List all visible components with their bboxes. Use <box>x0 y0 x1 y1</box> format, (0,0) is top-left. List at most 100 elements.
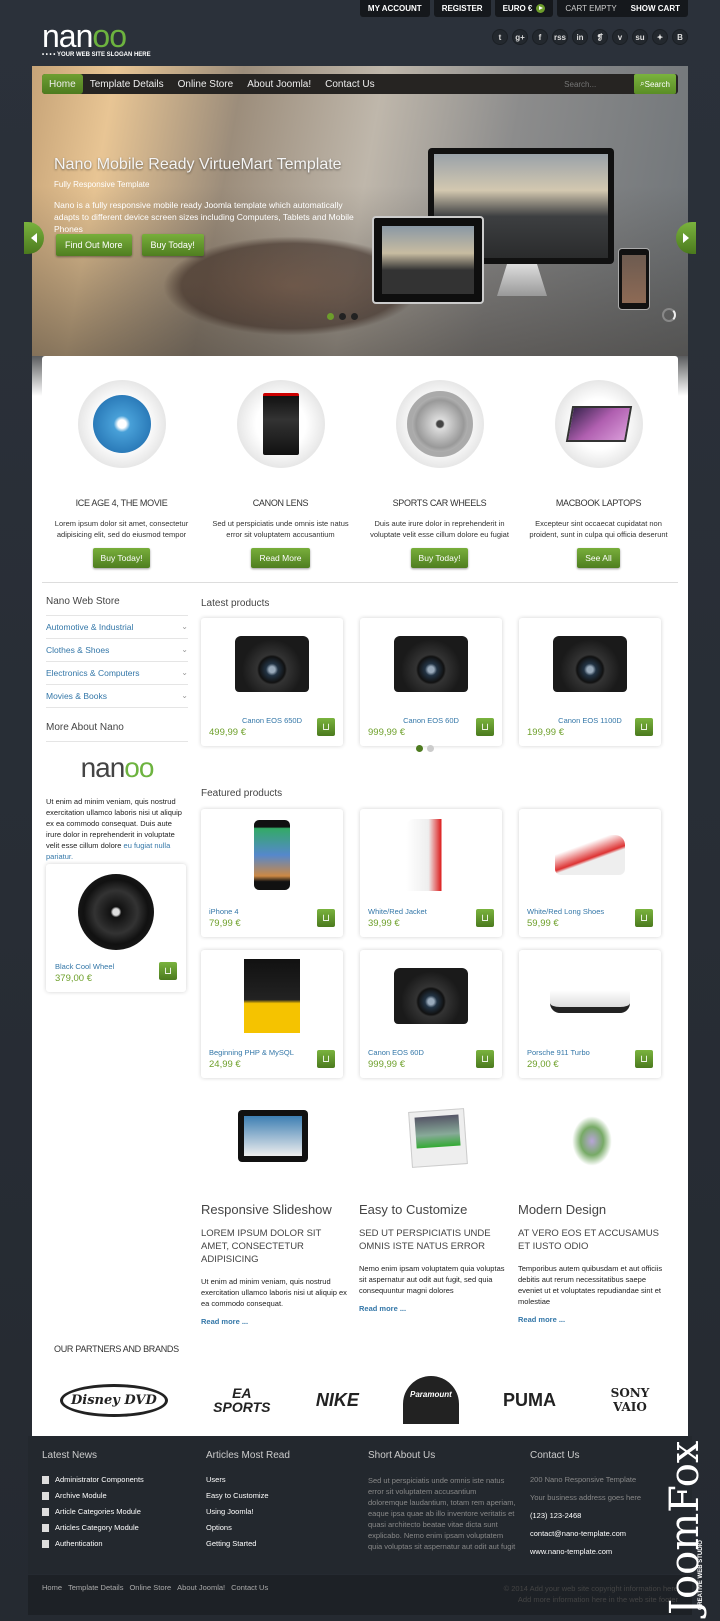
footer-link[interactable]: Users <box>206 1475 290 1484</box>
footer-link[interactable]: Articles Category Module <box>42 1523 144 1532</box>
product-card[interactable]: Canon EOS 60D 999,99 € ⊔ <box>360 618 502 746</box>
currency-selector[interactable]: EURO € <box>494 0 554 17</box>
add-to-cart-basket-icon[interactable]: ⊔ <box>476 718 494 736</box>
bottom-nav-home[interactable]: Home <box>42 1583 62 1592</box>
register-link[interactable]: REGISTER <box>433 0 491 17</box>
slide-dot[interactable] <box>351 313 358 320</box>
slide-dot[interactable] <box>327 313 334 320</box>
puma-logo[interactable]: PUMA <box>503 1390 556 1411</box>
bottom-nav-contact-us[interactable]: Contact Us <box>231 1583 268 1592</box>
chevron-down-icon[interactable]: ⌄ <box>181 645 188 655</box>
blogger-icon[interactable]: B <box>672 29 688 45</box>
page-dot[interactable] <box>416 745 423 752</box>
document-icon <box>42 1491 49 1500</box>
product-card[interactable]: White/Red Long Shoes 59,99 € ⊔ <box>519 809 661 937</box>
footer-link[interactable]: Options <box>206 1523 290 1532</box>
nav-home[interactable]: Home <box>42 74 83 94</box>
bottom-nav-online-store[interactable]: Online Store <box>129 1583 171 1592</box>
feature-button[interactable]: Buy Today! <box>92 548 151 568</box>
google-plus-icon[interactable]: g+ <box>512 29 528 45</box>
product-card[interactable]: Black Cool Wheel 379,00 € ⊔ <box>46 864 186 992</box>
product-card[interactable]: Canon EOS 1100D 199,99 € ⊔ <box>519 618 661 746</box>
twitter-icon[interactable]: t <box>492 29 508 45</box>
category-electronics[interactable]: Electronics & Computers ⌄ <box>46 662 188 685</box>
chevron-down-icon[interactable]: ⌄ <box>181 668 188 678</box>
search-button[interactable]: ⌕ Search <box>634 74 676 94</box>
product-card[interactable]: Beginning PHP & MySQL 24,99 € ⊔ <box>201 950 343 1078</box>
chevron-down-icon[interactable]: ⌄ <box>181 622 188 632</box>
product-name[interactable]: iPhone 4 <box>209 907 239 916</box>
slide-dot[interactable] <box>339 313 346 320</box>
bottom-nav-template-details[interactable]: Template Details <box>68 1583 123 1592</box>
vimeo-icon[interactable]: v <box>612 29 628 45</box>
rss-icon[interactable]: rss <box>552 29 568 45</box>
nav-online-store[interactable]: Online Store <box>171 74 241 94</box>
footer-link[interactable]: Authentication <box>42 1539 144 1548</box>
product-name[interactable]: Beginning PHP & MySQL <box>209 1048 294 1057</box>
product-card[interactable]: White/Red Jacket 39,99 € ⊔ <box>360 809 502 937</box>
add-to-cart-basket-icon[interactable]: ⊔ <box>635 1050 653 1068</box>
category-clothes[interactable]: Clothes & Shoes ⌄ <box>46 639 188 662</box>
find-out-more-button[interactable]: Find Out More <box>56 234 132 256</box>
footer-link[interactable]: Archive Module <box>42 1491 144 1500</box>
main-nav: Home Template Details Online Store About… <box>42 74 678 94</box>
product-name[interactable]: White/Red Jacket <box>368 907 427 916</box>
paramount-logo[interactable]: Paramount <box>402 1376 459 1424</box>
product-name[interactable]: Porsche 911 Turbo <box>527 1048 590 1057</box>
product-card[interactable]: Canon EOS 60D 999,99 € ⊔ <box>360 950 502 1078</box>
read-more-link[interactable]: Read more ... <box>518 1315 668 1324</box>
document-icon <box>42 1523 49 1532</box>
delicious-icon[interactable]: ✦ <box>652 29 668 45</box>
add-to-cart-basket-icon[interactable]: ⊔ <box>317 1050 335 1068</box>
product-name[interactable]: Canon EOS 60D <box>368 1048 424 1057</box>
copyright-line: Add more information here in the web sit… <box>517 1595 678 1604</box>
add-to-cart-basket-icon[interactable]: ⊔ <box>635 909 653 927</box>
linkedin-icon[interactable]: in <box>572 29 588 45</box>
facebook-icon[interactable]: f <box>532 29 548 45</box>
site-logo[interactable]: nanoo • • • • YOUR WEB SITE SLOGAN HERE <box>42 20 151 58</box>
add-to-cart-basket-icon[interactable]: ⊔ <box>476 909 494 927</box>
product-name[interactable]: Black Cool Wheel <box>55 962 114 971</box>
forrst-icon[interactable]: ❡ <box>592 29 608 45</box>
disney-dvd-logo[interactable]: Disney DVD <box>60 1383 168 1417</box>
email-link[interactable]: contact@nano-template.com <box>530 1529 641 1538</box>
stumbleupon-icon[interactable]: su <box>632 29 648 45</box>
bottom-nav-about-joomla[interactable]: About Joomla! <box>177 1583 225 1592</box>
hero-subtitle: Fully Responsive Template <box>54 180 150 189</box>
my-account-link[interactable]: MY ACCOUNT <box>359 0 430 17</box>
add-to-cart-basket-icon[interactable]: ⊔ <box>635 718 653 736</box>
nike-logo[interactable]: NIKE <box>316 1390 359 1411</box>
feature-button[interactable]: Read More <box>251 548 310 568</box>
product-card[interactable]: Porsche 911 Turbo 29,00 € ⊔ <box>519 950 661 1078</box>
add-to-cart-basket-icon[interactable]: ⊔ <box>159 962 177 980</box>
latest-products-title: Latest products <box>201 598 270 609</box>
search-input[interactable] <box>564 79 635 89</box>
category-automotive[interactable]: Automotive & Industrial ⌄ <box>46 616 188 639</box>
nav-contact-us[interactable]: Contact Us <box>318 74 381 94</box>
category-movies[interactable]: Movies & Books ⌄ <box>46 685 188 708</box>
ea-sports-logo[interactable]: EA SPORTS <box>212 1386 272 1414</box>
footer-link[interactable]: Administrator Components <box>42 1475 144 1484</box>
add-to-cart-basket-icon[interactable]: ⊔ <box>317 718 335 736</box>
product-card[interactable]: Canon EOS 650D 499,99 € ⊔ <box>201 618 343 746</box>
nav-template-details[interactable]: Template Details <box>83 74 171 94</box>
add-to-cart-basket-icon[interactable]: ⊔ <box>317 909 335 927</box>
nav-about-joomla[interactable]: About Joomla! <box>240 74 318 94</box>
feature-button[interactable]: Buy Today! <box>410 548 469 568</box>
product-name[interactable]: White/Red Long Shoes <box>527 907 604 916</box>
add-to-cart-basket-icon[interactable]: ⊔ <box>476 1050 494 1068</box>
sony-vaio-logo[interactable]: SONY VAIO <box>600 1386 660 1414</box>
product-card[interactable]: iPhone 4 79,99 € ⊔ <box>201 809 343 937</box>
feature-button[interactable]: See All <box>577 548 620 568</box>
website-link[interactable]: www.nano-template.com <box>530 1547 641 1556</box>
chevron-down-icon[interactable]: ⌄ <box>181 691 188 701</box>
footer-link[interactable]: Easy to Customize <box>206 1491 290 1500</box>
buy-today-button[interactable]: Buy Today! <box>141 234 204 256</box>
show-cart-link[interactable]: SHOW CART <box>631 4 680 13</box>
page-dot[interactable] <box>427 745 434 752</box>
footer-link[interactable]: Article Categories Module <box>42 1507 144 1516</box>
read-more-link[interactable]: Read more ... <box>201 1317 351 1326</box>
footer-link[interactable]: Using Joomla! <box>206 1507 290 1516</box>
footer-link[interactable]: Getting Started <box>206 1539 290 1548</box>
read-more-link[interactable]: Read more ... <box>359 1304 509 1313</box>
